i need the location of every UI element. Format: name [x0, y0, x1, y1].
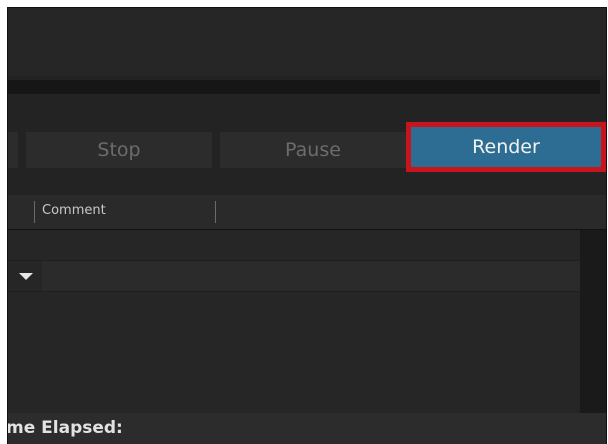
row-expand-toggle[interactable] — [8, 261, 42, 291]
column-divider[interactable] — [215, 201, 216, 223]
pause-button[interactable]: Pause — [220, 132, 406, 168]
render-progress-bar — [8, 80, 600, 94]
render-queue-panel: Stop Pause Render Comment me Elapsed: — [8, 8, 606, 444]
column-header-comment[interactable]: Comment — [42, 203, 106, 218]
render-button[interactable]: Render — [406, 122, 606, 172]
previous-button-edge[interactable] — [8, 132, 18, 168]
status-bar: me Elapsed: — [8, 413, 606, 444]
render-button-label: Render — [472, 136, 540, 158]
stop-button[interactable]: Stop — [26, 132, 212, 168]
render-queue-list — [8, 230, 580, 413]
panel-header — [8, 8, 606, 76]
time-elapsed-label: me Elapsed: — [8, 418, 123, 438]
triangle-down-icon — [19, 273, 33, 280]
column-header-row: Comment — [8, 195, 606, 230]
vertical-scrollbar[interactable] — [580, 230, 606, 413]
column-divider[interactable] — [34, 201, 35, 223]
list-item[interactable] — [8, 260, 580, 292]
